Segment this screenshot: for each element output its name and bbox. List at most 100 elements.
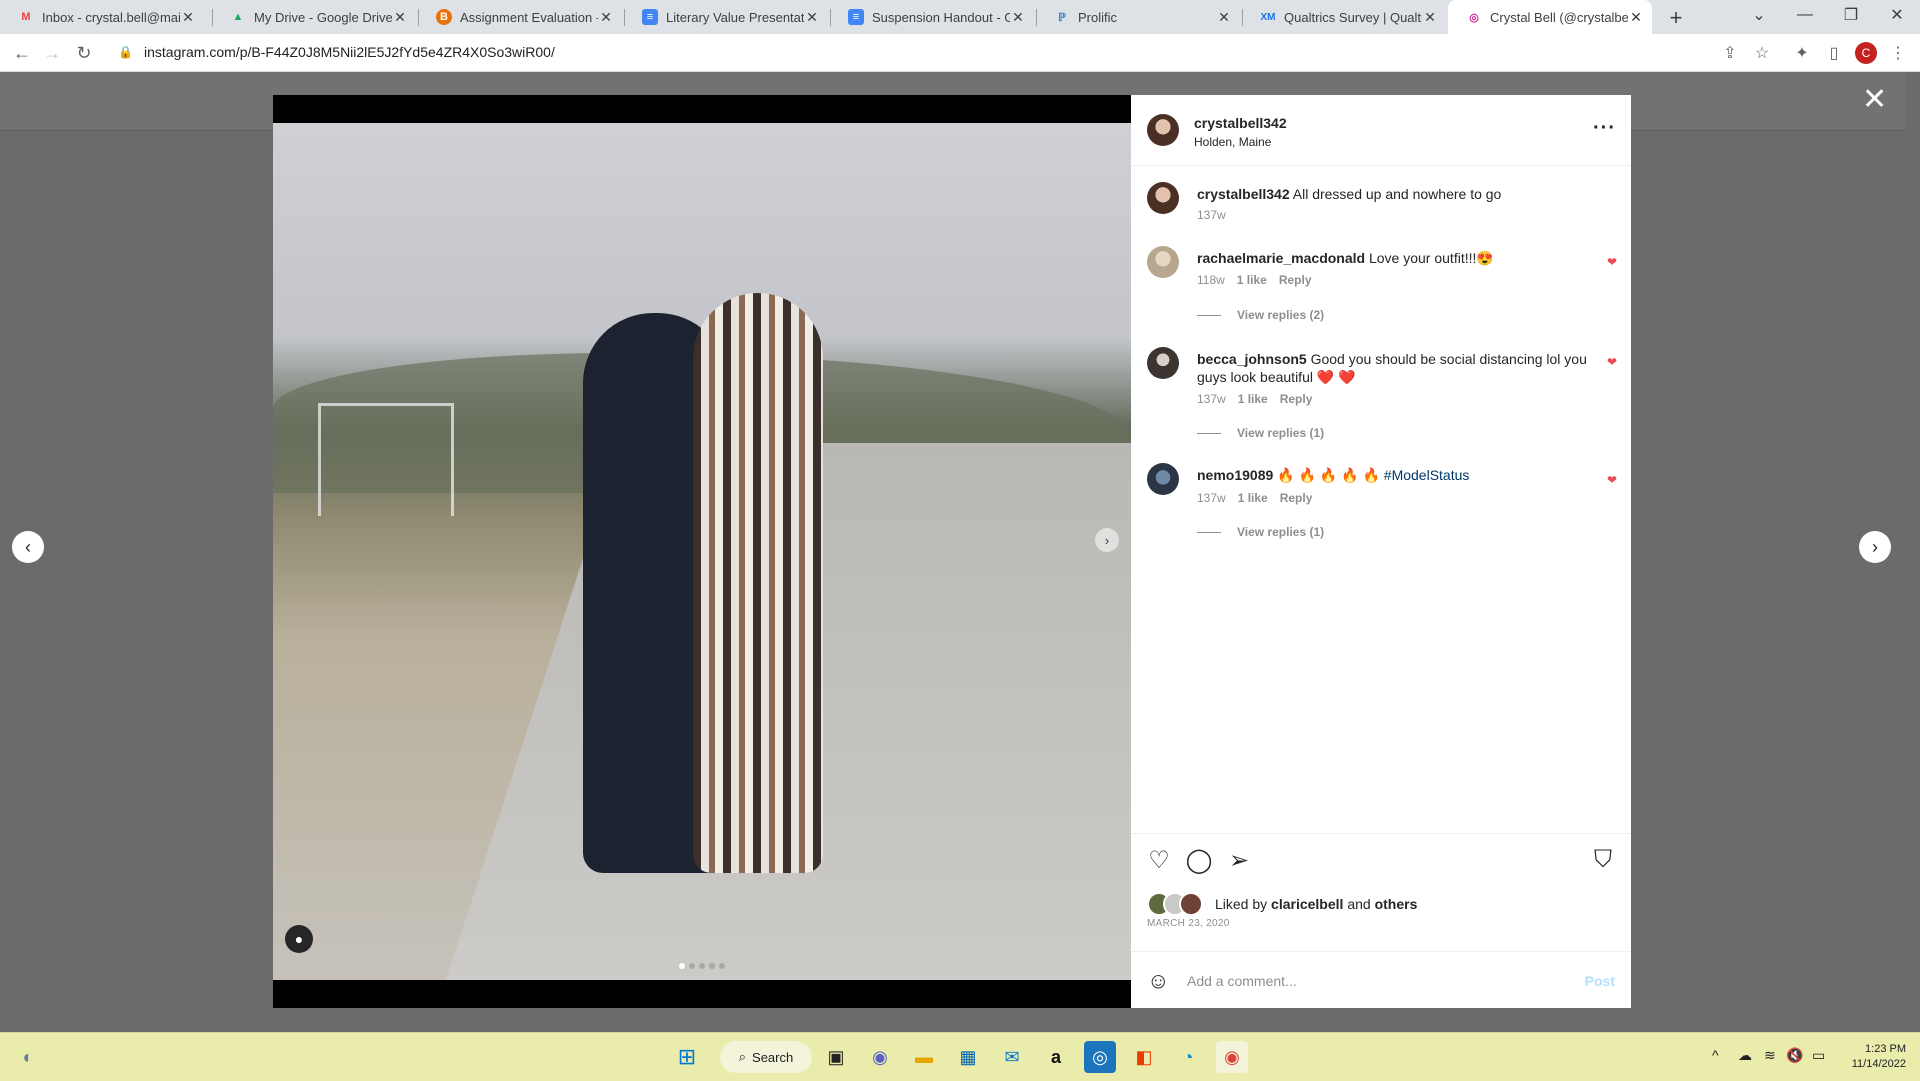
reply-button[interactable]: Reply [1279,273,1312,287]
comment-bubble-icon[interactable]: ◯ [1185,846,1213,874]
comment-age[interactable]: 118w [1197,273,1225,287]
avatar[interactable] [1147,182,1179,214]
google-drive-icon: ▲ [232,11,244,23]
comment-age[interactable]: 137w [1197,491,1226,505]
tagged-user-icon[interactable]: ● [285,925,313,953]
close-tab-icon[interactable]: ✕ [1628,9,1644,26]
lock-icon[interactable]: 🔒 [118,45,134,59]
close-window-icon[interactable]: ✕ [1874,0,1920,30]
tab-literary-value[interactable]: ≡ Literary Value Presentation ✕ [624,0,828,34]
post-username[interactable]: crystalbell342 [1194,115,1287,131]
tab-assignment-evaluation[interactable]: B Assignment Evaluation - M ✕ [418,0,622,34]
carousel-next-icon[interactable]: › [1095,528,1119,552]
tab-instagram-active[interactable]: ◎ Crystal Bell (@crystalbell34 ✕ [1448,0,1652,34]
comment-likes[interactable]: 1 like [1237,273,1267,287]
close-tab-icon[interactable]: ✕ [598,9,614,26]
weather-widget-icon[interactable]: ◐ [12,1041,44,1073]
tab-gmail[interactable]: M Inbox - crystal.bell@maine ✕ [0,0,204,34]
taskbar-search[interactable]: ⌕ Search [720,1041,812,1073]
reload-icon[interactable]: ↻ [70,39,98,67]
new-tab-plus-icon[interactable]: + [1662,4,1690,32]
post-date[interactable]: MARCH 23, 2020 [1147,918,1230,929]
close-tab-icon[interactable]: ✕ [392,9,408,26]
avatar[interactable] [1147,463,1179,495]
comment-like-heart-icon[interactable]: ❤ [1607,473,1617,487]
battery-icon[interactable]: ▭ [1812,1047,1825,1064]
wifi-icon[interactable]: ≋ [1764,1047,1776,1064]
share-icon[interactable]: ⇪ [1716,39,1744,67]
reply-button[interactable]: Reply [1280,392,1313,406]
windows-start-icon[interactable]: ⊞ [671,1041,703,1073]
tray-chevron-up-icon[interactable]: ^ [1712,1047,1719,1063]
address-bar[interactable]: 🔒 instagram.com/p/B-F44Z0J8M5Nii2lE5J2fY… [108,38,1740,66]
reply-button[interactable]: Reply [1280,491,1313,505]
next-post-arrow-icon[interactable]: › [1859,531,1891,563]
onedrive-cloud-icon[interactable]: ☁ [1738,1047,1752,1064]
view-replies-button[interactable]: View replies (1) [1197,525,1324,539]
extensions-puzzle-icon[interactable]: ✦ [1788,39,1816,67]
url-text[interactable]: instagram.com/p/B-F44Z0J8M5Nii2lE5J2fYd5… [144,44,555,60]
more-options-icon[interactable]: ··· [1593,117,1616,140]
liked-by-others-link[interactable]: others [1375,896,1418,912]
close-tab-icon[interactable]: ✕ [804,9,820,26]
task-view-icon[interactable]: ▣ [820,1041,852,1073]
view-replies-button[interactable]: View replies (1) [1197,426,1324,440]
system-clock[interactable]: 1:23 PM 11/14/2022 [1840,1042,1906,1072]
post-media: › ● [273,95,1131,1008]
post-comment-button[interactable]: Post [1585,973,1615,989]
comment-like-heart-icon[interactable]: ❤ [1607,255,1617,269]
caption-username[interactable]: crystalbell342 [1197,186,1290,202]
app-icon[interactable]: ◎ [1084,1041,1116,1073]
hashtag-link[interactable]: #ModelStatus [1384,467,1470,483]
close-tab-icon[interactable]: ✕ [1422,9,1438,26]
close-tab-icon[interactable]: ✕ [180,9,196,26]
microsoft-store-icon[interactable]: ▦ [952,1041,984,1073]
mail-icon[interactable]: ✉ [996,1041,1028,1073]
tab-google-drive[interactable]: ▲ My Drive - Google Drive ✕ [212,0,416,34]
tab-prolific[interactable]: ℙ Prolific ✕ [1036,0,1240,34]
comment-username[interactable]: nemo19089 [1197,467,1273,483]
tab-search-chevron-icon[interactable]: ⌄ [1736,0,1782,30]
tab-qualtrics[interactable]: XM Qualtrics Survey | Qualtrics ✕ [1242,0,1446,34]
office-icon[interactable]: ◧ [1128,1041,1160,1073]
close-tab-icon[interactable]: ✕ [1216,9,1232,26]
save-bookmark-icon[interactable]: ⛉ [1589,846,1617,874]
post-location[interactable]: Holden, Maine [1194,135,1271,149]
avatar[interactable] [1147,347,1179,379]
speaker-muted-icon[interactable]: 🔇 [1786,1047,1803,1064]
emoji-smiley-icon[interactable]: ☺ [1147,968,1175,994]
edge-icon[interactable]: ◔ [1172,1041,1204,1073]
view-replies-button[interactable]: View replies (2) [1197,308,1324,322]
share-send-icon[interactable]: ➢ [1225,846,1253,874]
minimize-icon[interactable]: — [1782,0,1828,30]
comment-input[interactable]: Add a comment... [1187,973,1585,989]
post-photo[interactable] [273,123,1131,980]
comment-like-heart-icon[interactable]: ❤ [1607,355,1617,369]
chrome-icon[interactable]: ◉ [1216,1041,1248,1073]
liked-by-user-link[interactable]: claricelbell [1271,896,1343,912]
forward-arrow-icon[interactable]: → [38,39,66,67]
comment-age[interactable]: 137w [1197,392,1226,406]
comment-likes[interactable]: 1 like [1238,491,1268,505]
file-explorer-icon[interactable]: ▬ [908,1041,940,1073]
amazon-icon[interactable]: a [1040,1041,1072,1073]
previous-post-arrow-icon[interactable]: ‹ [12,531,44,563]
page-scrollbar[interactable] [1905,72,1920,1032]
restore-icon[interactable]: ❐ [1828,0,1874,30]
profile-avatar[interactable]: C [1855,42,1877,64]
comment-username[interactable]: becca_johnson5 [1197,351,1307,367]
comment-likes[interactable]: 1 like [1238,392,1268,406]
close-modal-icon[interactable]: ✕ [1862,85,1887,115]
bookmark-star-icon[interactable]: ☆ [1748,39,1776,67]
side-panel-icon[interactable]: ▯ [1820,39,1848,67]
teams-chat-icon[interactable]: ◉ [864,1041,896,1073]
close-tab-icon[interactable]: ✕ [1010,9,1026,26]
browser-menu-icon[interactable]: ⋮ [1884,39,1912,67]
like-heart-icon[interactable]: ♡ [1145,846,1173,874]
avatar[interactable] [1147,114,1179,146]
caption-age[interactable]: 137w [1197,208,1226,222]
comment-username[interactable]: rachaelmarie_macdonald [1197,250,1365,266]
tab-suspension-handout[interactable]: ≡ Suspension Handout - Goo ✕ [830,0,1034,34]
avatar[interactable] [1147,246,1179,278]
back-arrow-icon[interactable]: ← [8,39,36,67]
